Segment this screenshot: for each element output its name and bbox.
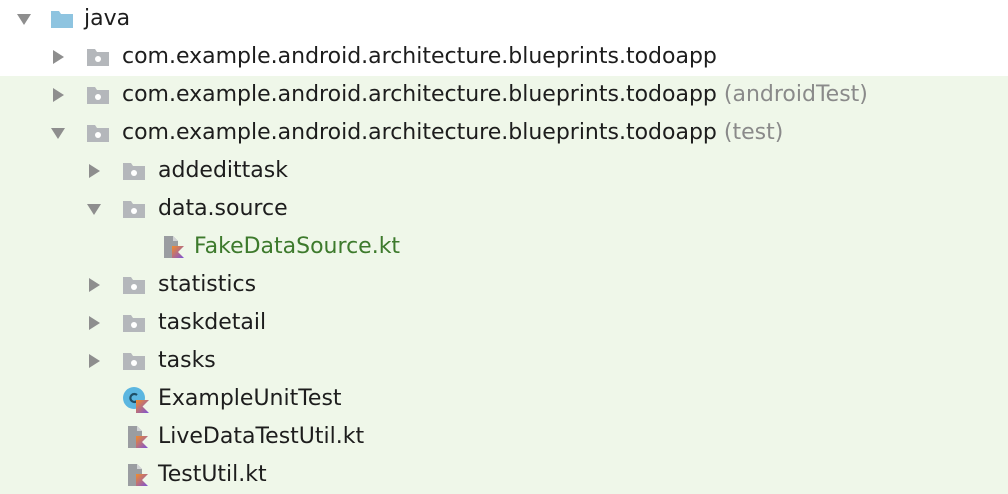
tree-row-package-android-test[interactable]: com.example.android.architecture.bluepri… [0, 76, 1008, 114]
kotlin-class-icon [123, 387, 149, 413]
chevron-right-icon[interactable] [86, 353, 102, 369]
package-folder-icon [87, 87, 109, 104]
source-set-suffix: (androidTest) [716, 82, 868, 107]
tree-row-addedittask[interactable]: addedittask [0, 152, 1008, 190]
tree-row-label: ExampleUnitTest [158, 386, 342, 411]
tree-row-label: statistics [158, 272, 257, 297]
tree-row-taskdetail[interactable]: taskdetail [0, 304, 1008, 342]
tree-row-package-main[interactable]: com.example.android.architecture.bluepri… [0, 38, 1008, 76]
tree-row-live-data-test-util[interactable]: LiveDataTestUtil.kt [0, 418, 1008, 456]
tree-row-statistics[interactable]: statistics [0, 266, 1008, 304]
chevron-down-icon[interactable] [50, 125, 66, 141]
chevron-right-icon[interactable] [86, 277, 102, 293]
chevron-right-icon[interactable] [86, 163, 102, 179]
tree-row-example-unit-test[interactable]: ExampleUnitTest [0, 380, 1008, 418]
tree-row-label: data.source [158, 196, 288, 221]
tree-row-label: com.example.android.architecture.bluepri… [122, 44, 717, 69]
source-root-folder-icon [51, 11, 73, 28]
package-folder-icon [123, 353, 145, 370]
kotlin-file-icon [128, 464, 148, 486]
tree-row-test-util[interactable]: TestUtil.kt [0, 456, 1008, 494]
chevron-down-icon[interactable] [86, 201, 102, 217]
tree-row-label: taskdetail [158, 310, 267, 335]
package-folder-icon [123, 201, 145, 218]
tree-row-java[interactable]: java [0, 0, 1008, 38]
tree-row-label: java [84, 6, 131, 31]
tree-row-label: LiveDataTestUtil.kt [158, 424, 365, 449]
package-folder-icon [123, 315, 145, 332]
tree-row-package-test[interactable]: com.example.android.architecture.bluepri… [0, 114, 1008, 152]
source-set-suffix: (test) [716, 120, 784, 145]
project-tree: java com.example.android.architecture.bl… [0, 0, 1008, 494]
tree-row-tasks[interactable]: tasks [0, 342, 1008, 380]
tree-row-label: addedittask [158, 158, 288, 183]
tree-row-data-source[interactable]: data.source [0, 190, 1008, 228]
package-folder-icon [87, 125, 109, 142]
kotlin-file-icon [164, 236, 184, 258]
package-folder-icon [87, 49, 109, 66]
tree-row-label: TestUtil.kt [158, 462, 267, 487]
package-folder-icon [123, 277, 145, 294]
tree-row-label: com.example.android.architecture.bluepri… [122, 120, 784, 145]
package-folder-icon [123, 163, 145, 180]
tree-row-label: com.example.android.architecture.bluepri… [122, 82, 868, 107]
chevron-right-icon[interactable] [50, 87, 66, 103]
tree-row-fake-data-source[interactable]: FakeDataSource.kt [0, 228, 1008, 266]
tree-row-label: FakeDataSource.kt [194, 234, 401, 259]
chevron-right-icon[interactable] [86, 315, 102, 331]
tree-row-label: tasks [158, 348, 216, 373]
chevron-right-icon[interactable] [50, 49, 66, 65]
chevron-down-icon[interactable] [16, 11, 32, 27]
kotlin-file-icon [128, 426, 148, 448]
